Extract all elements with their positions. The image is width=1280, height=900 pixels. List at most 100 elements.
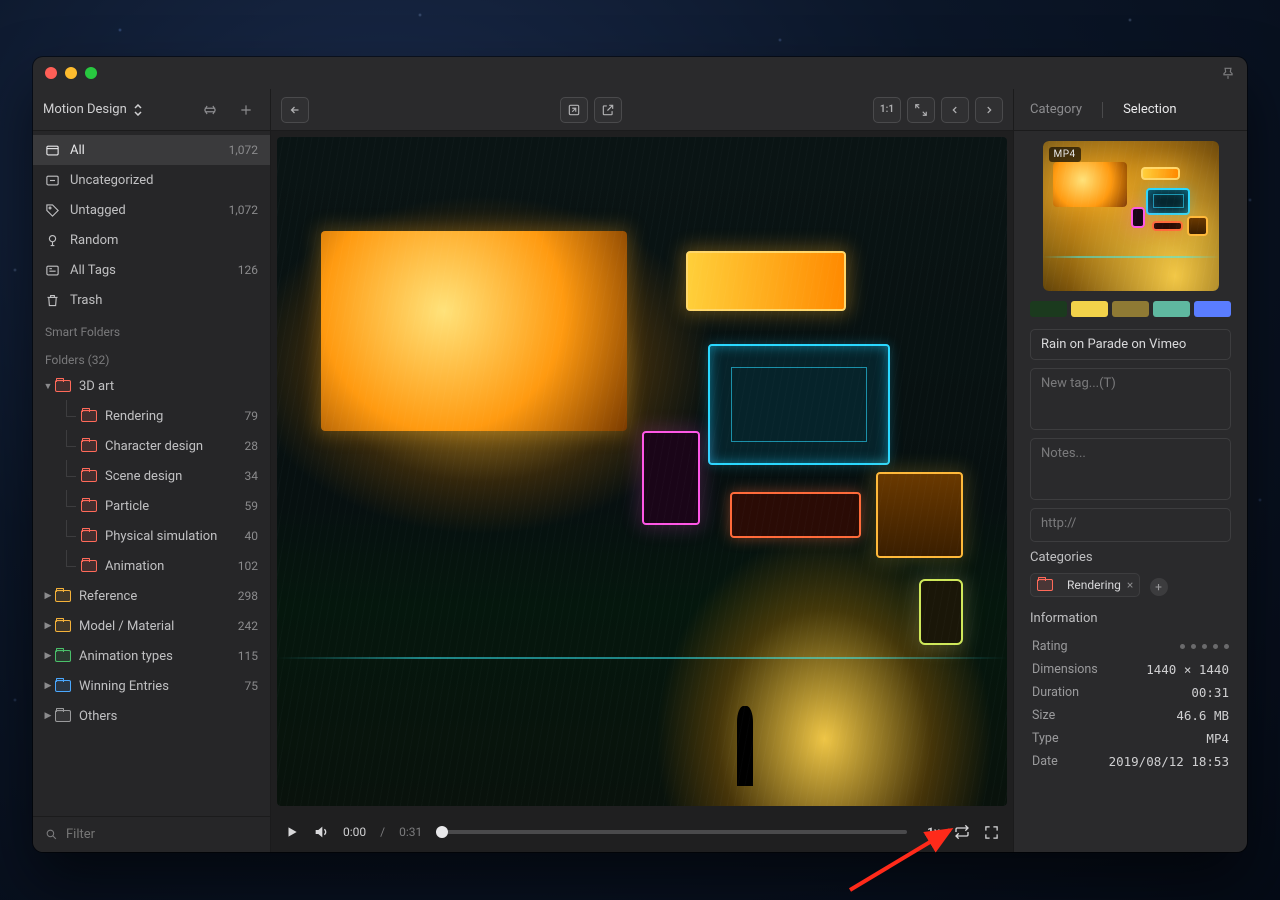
time-current: 0:00 <box>343 825 366 839</box>
folder-character-design[interactable]: Character design28 <box>33 431 270 461</box>
folder-rendering[interactable]: Rendering79 <box>33 401 270 431</box>
minimize-window-button[interactable] <box>65 67 77 79</box>
seek-thumb[interactable] <box>436 826 448 838</box>
color-swatch[interactable] <box>1071 301 1108 317</box>
disclosure-icon[interactable]: ▶ <box>41 681 55 691</box>
folder-count: 298 <box>238 589 258 603</box>
item-title-field[interactable]: Rain on Parade on Vimeo <box>1030 329 1231 360</box>
search-icon <box>45 828 58 841</box>
toggle-sidebar-button[interactable] <box>196 98 224 122</box>
tab-divider <box>1102 102 1103 118</box>
info-date-label: Date <box>1032 751 1101 772</box>
sidebar-item-uncategorized[interactable]: Uncategorized <box>33 165 270 195</box>
folder-model-material[interactable]: ▶Model / Material242 <box>33 611 270 641</box>
folder-animation-types[interactable]: ▶Animation types115 <box>33 641 270 671</box>
sidebar-item-label: All <box>70 143 85 158</box>
smart-folders-heading: Smart Folders <box>33 315 270 343</box>
folder-label: Animation types <box>79 649 173 664</box>
disclosure-icon[interactable]: ▶ <box>41 621 55 631</box>
folder-winning-entries[interactable]: ▶Winning Entries75 <box>33 671 270 701</box>
zoom-window-button[interactable] <box>85 67 97 79</box>
info-dimensions-label: Dimensions <box>1032 659 1101 680</box>
library-name: Motion Design <box>43 102 127 117</box>
info-size-label: Size <box>1032 705 1101 726</box>
sidebar-item-count: 1,072 <box>229 143 258 157</box>
close-window-button[interactable] <box>45 67 57 79</box>
back-button[interactable] <box>281 97 309 123</box>
url-field[interactable]: http:// <box>1030 508 1231 542</box>
playback-speed-button[interactable]: 1x <box>927 825 940 839</box>
folder-particle[interactable]: Particle59 <box>33 491 270 521</box>
external-link-button[interactable] <box>594 97 622 123</box>
folder-3d-art[interactable]: ▼ 3D art <box>33 371 270 401</box>
folder-animation[interactable]: Animation102 <box>33 551 270 581</box>
volume-button[interactable] <box>313 824 329 840</box>
sidebar-filter-input[interactable] <box>66 827 258 842</box>
time-total: 0:31 <box>399 825 422 839</box>
next-item-button[interactable] <box>975 97 1003 123</box>
media-viewport[interactable] <box>277 137 1007 806</box>
sidebar-item-label: Trash <box>70 293 102 308</box>
video-frame <box>277 137 1007 806</box>
all-icon <box>45 143 60 158</box>
disclosure-icon[interactable]: ▶ <box>41 651 55 661</box>
folder-label: Winning Entries <box>79 679 169 694</box>
disclosure-icon[interactable]: ▼ <box>41 381 55 392</box>
folder-icon <box>81 530 97 542</box>
fit-to-window-button[interactable] <box>907 97 935 123</box>
remove-category-icon[interactable]: × <box>1127 578 1133 592</box>
sidebar-filter[interactable] <box>33 816 270 852</box>
folder-label: Others <box>79 709 117 724</box>
color-swatch[interactable] <box>1030 301 1067 317</box>
inspector-tab-selection[interactable]: Selection <box>1123 102 1176 117</box>
folder-label: 3D art <box>79 379 114 394</box>
disclosure-icon[interactable]: ▶ <box>41 591 55 601</box>
sidebar-item-random[interactable]: Random <box>33 225 270 255</box>
library-dropdown[interactable]: Motion Design <box>43 102 143 117</box>
loop-button[interactable] <box>954 824 970 840</box>
info-type-value: MP4 <box>1103 728 1229 749</box>
folder-others[interactable]: ▶ Others <box>33 701 270 731</box>
folder-label: Rendering <box>105 409 163 424</box>
open-with-button[interactable] <box>560 97 588 123</box>
folder-icon <box>81 560 97 572</box>
color-swatch[interactable] <box>1194 301 1231 317</box>
folder-count: 34 <box>245 469 259 483</box>
prev-item-button[interactable] <box>941 97 969 123</box>
sidebar-item-label: Uncategorized <box>70 173 153 188</box>
app-window: Motion Design 1:1 Category Selection <box>33 57 1247 852</box>
play-button[interactable] <box>285 825 299 839</box>
sidebar-item-all-tags[interactable]: All Tags126 <box>33 255 270 285</box>
sidebar-item-trash[interactable]: Trash <box>33 285 270 315</box>
information-table: Rating Dimensions1440 × 1440 Duration00:… <box>1030 634 1231 774</box>
actual-size-button[interactable]: 1:1 <box>873 97 901 123</box>
notes-field[interactable]: Notes... <box>1030 438 1231 500</box>
pin-icon[interactable] <box>1221 66 1235 80</box>
sidebar-item-count: 126 <box>238 263 258 277</box>
folder-icon <box>81 470 97 482</box>
sidebar-item-count: 1,072 <box>229 203 258 217</box>
color-swatches <box>1030 301 1231 317</box>
inspector-tab-category[interactable]: Category <box>1030 102 1082 117</box>
time-separator: / <box>380 825 385 839</box>
disclosure-icon[interactable]: ▶ <box>41 711 55 721</box>
folder-label: Particle <box>105 499 149 514</box>
add-category-button[interactable]: + <box>1150 578 1168 596</box>
folder-physical-simulation[interactable]: Physical simulation40 <box>33 521 270 551</box>
selection-thumbnail[interactable]: MP4 <box>1043 141 1219 291</box>
folder-scene-design[interactable]: Scene design34 <box>33 461 270 491</box>
add-button[interactable] <box>232 98 260 122</box>
fullscreen-button[interactable] <box>984 825 999 840</box>
color-swatch[interactable] <box>1112 301 1149 317</box>
sidebar-item-untagged[interactable]: Untagged1,072 <box>33 195 270 225</box>
tags-field[interactable]: New tag...(T) <box>1030 368 1231 430</box>
seek-bar[interactable] <box>442 830 907 834</box>
titlebar <box>33 57 1247 89</box>
sidebar-item-all[interactable]: All 1,072 <box>33 135 270 165</box>
folder-label: Reference <box>79 589 137 604</box>
category-chip[interactable]: Rendering × <box>1030 573 1140 597</box>
rating-control[interactable] <box>1103 644 1229 649</box>
folder-reference[interactable]: ▶ Reference 298 <box>33 581 270 611</box>
folder-icon <box>81 410 97 422</box>
color-swatch[interactable] <box>1153 301 1190 317</box>
